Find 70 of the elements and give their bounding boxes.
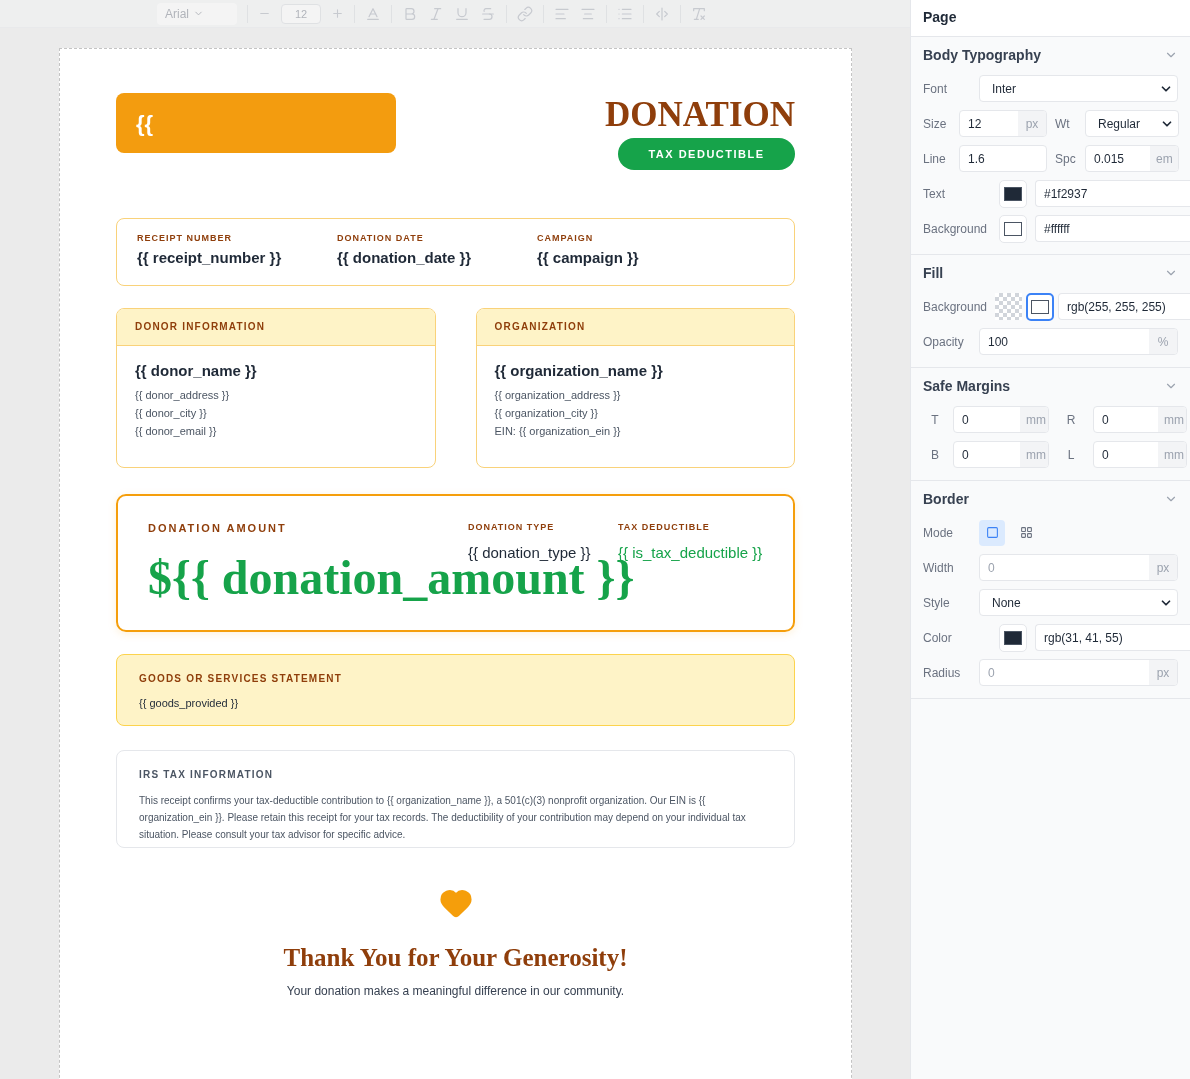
number-field[interactable]: 1.6	[959, 145, 1047, 172]
field-label: RECEIPT NUMBER	[137, 233, 232, 243]
field-label: DONATION TYPE	[468, 522, 555, 532]
color-swatch[interactable]	[1026, 292, 1054, 321]
detail-text: {{ donor_city }}	[135, 406, 208, 421]
section-title: IRS TAX INFORMATION	[139, 769, 274, 780]
select-field[interactable]: Inter	[979, 75, 1178, 102]
thanks-title: Thank You for Your Generosity!	[283, 944, 628, 972]
field-label: Color	[923, 630, 953, 645]
detail-text: {{ organization_address }}	[494, 388, 622, 403]
number-field[interactable]: 12 px	[959, 110, 1047, 137]
field-value: {{ receipt_number }}	[137, 249, 283, 266]
field-label: B	[930, 447, 940, 462]
transparent-swatch[interactable]	[995, 293, 1022, 320]
field-label: Line	[923, 151, 947, 166]
field-label: Radius	[923, 665, 962, 680]
thanks-text: Your donation makes a meaningful difference in our community.	[286, 984, 625, 998]
field-label: Style	[923, 595, 951, 610]
color-field[interactable]: #ffffff	[1035, 215, 1190, 242]
field-label: Width	[923, 560, 955, 575]
section-title: Fill	[923, 265, 944, 281]
field-label: DONATION AMOUNT	[148, 522, 287, 534]
number-field[interactable]: 0 mm	[1093, 406, 1187, 433]
field-label: TAX DEDUCTIBLE	[618, 522, 710, 532]
logo-field: {{	[116, 93, 396, 153]
field-label: T	[930, 412, 940, 427]
color-field[interactable]: rgb(31, 41, 55)	[1035, 624, 1190, 651]
detail-text: {{ donor_address }}	[135, 388, 231, 403]
color-field[interactable]: #1f2937	[1035, 180, 1190, 207]
field-label: CAMPAIGN	[537, 233, 594, 243]
field-value: {{ campaign }}	[537, 249, 640, 266]
section-title: Border	[923, 491, 969, 507]
color-field[interactable]: rgb(255, 255, 255)	[1058, 293, 1190, 320]
field-label: Background	[923, 221, 989, 236]
field-label: Font	[923, 81, 948, 96]
section-title: Safe Margins	[923, 378, 1011, 394]
field-label: Wt	[1055, 116, 1071, 131]
field-label: Background	[923, 299, 989, 314]
section-title: GOODS OR SERVICES STATEMENT	[139, 673, 342, 684]
name-text: {{ donor_name }}	[135, 362, 258, 379]
card-header: ORGANIZATION	[476, 309, 794, 346]
detail-text: EIN: {{ organization_ein }}	[494, 424, 622, 439]
square-icon[interactable]	[979, 519, 1005, 546]
number-field[interactable]: 0 mm	[953, 406, 1049, 433]
field-label: DONATION DATE	[337, 233, 424, 243]
field-label: Spc	[1055, 151, 1077, 166]
field-value: {{ donation_date }}	[337, 249, 473, 266]
field-label: Mode	[923, 525, 955, 540]
field-label: L	[1066, 447, 1076, 462]
number-field[interactable]: 0.015 em	[1085, 145, 1179, 172]
field-value: {{ is_tax_deductible }}	[618, 544, 764, 561]
field-label: Text	[923, 186, 946, 201]
receipt-title: DONATION	[605, 97, 795, 132]
field-label: Size	[923, 116, 948, 131]
card-header: DONOR INFORMATION	[117, 309, 435, 346]
detail-text: {{ donor_email }}	[135, 424, 218, 439]
tax-deductible-badge: TAX DEDUCTIBLE	[618, 138, 795, 170]
select-field[interactable]: Regular	[1085, 110, 1179, 137]
name-text: {{ organization_name }}	[494, 362, 664, 379]
number-field[interactable]: 0 mm	[953, 441, 1049, 468]
number-field[interactable]: 0 mm	[1093, 441, 1187, 468]
field-label: Opacity	[923, 334, 965, 349]
field-label: R	[1065, 412, 1077, 427]
panel-title: Page	[911, 0, 1190, 37]
detail-text: {{ organization_city }}	[494, 406, 599, 421]
statement-text: {{ goods_provided }}	[139, 696, 240, 711]
select-field[interactable]: None	[979, 589, 1178, 616]
number-field[interactable]: 100 %	[979, 328, 1178, 355]
irs-text: This receipt confirms your tax-deductible contribution to {{ organization_name }}, a 501(c)(3) nonprofit organization. Our EIN is {{ organization_ein }}. Please retain this receipt for your tax records. The deductibility of your contribution may depend on your individual tax situation. Please consult your tax advisor for specific advice.	[139, 794, 747, 842]
section-title: Body Typography	[923, 47, 1041, 63]
